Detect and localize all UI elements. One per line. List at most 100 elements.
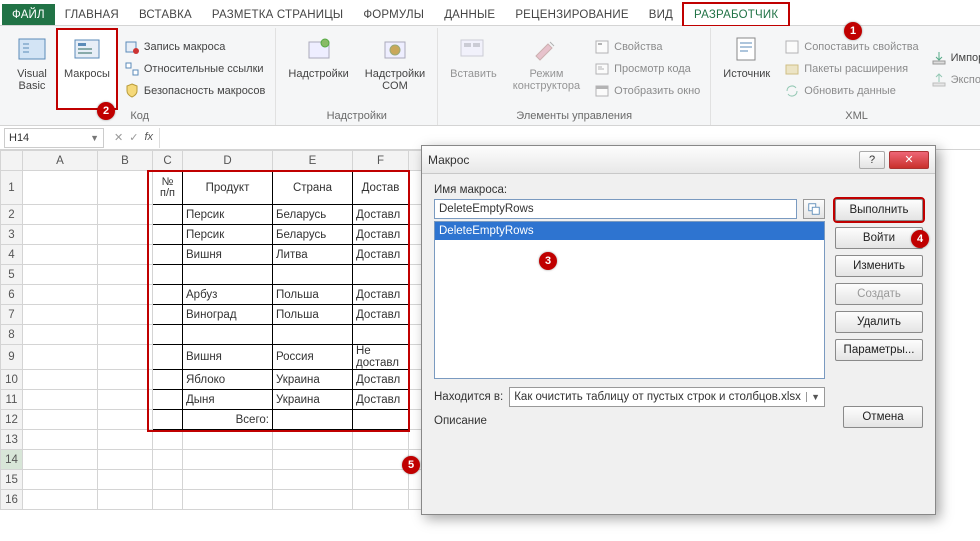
xml-source-button[interactable]: Источник	[717, 30, 776, 108]
cell[interactable]	[273, 325, 353, 345]
cell[interactable]: Страна	[273, 171, 353, 205]
cell[interactable]	[23, 245, 98, 265]
cell[interactable]	[98, 410, 153, 430]
name-box[interactable]: H14 ▼	[4, 128, 104, 148]
row-header[interactable]: 13	[1, 430, 23, 450]
row-header[interactable]: 9	[1, 345, 23, 370]
cell[interactable]: Персик	[183, 205, 273, 225]
refresh-data-button[interactable]: Обновить данные	[780, 81, 922, 101]
fx-icon[interactable]: fx	[144, 131, 153, 144]
cell[interactable]: Доставл	[353, 285, 409, 305]
macro-list[interactable]: DeleteEmptyRows	[434, 221, 825, 379]
dropdown-icon[interactable]: ▼	[806, 392, 820, 402]
cell[interactable]	[98, 225, 153, 245]
cell[interactable]	[23, 205, 98, 225]
cell[interactable]	[183, 490, 273, 510]
cell[interactable]	[98, 245, 153, 265]
cell[interactable]	[153, 390, 183, 410]
cell[interactable]	[23, 410, 98, 430]
cell[interactable]	[183, 430, 273, 450]
cell[interactable]: Доставл	[353, 390, 409, 410]
cell[interactable]	[98, 345, 153, 370]
row-header[interactable]: 16	[1, 490, 23, 510]
cell[interactable]: Россия	[273, 345, 353, 370]
cell[interactable]	[153, 430, 183, 450]
cell[interactable]: Польша	[273, 305, 353, 325]
cell[interactable]: Виноград	[183, 305, 273, 325]
macro-name-picker-button[interactable]	[803, 199, 825, 219]
cell[interactable]	[183, 265, 273, 285]
cell[interactable]	[23, 390, 98, 410]
visual-basic-button[interactable]: Visual Basic	[10, 30, 54, 108]
insert-control-button[interactable]: Вставить	[444, 30, 503, 108]
col-header[interactable]: C	[153, 151, 183, 171]
cell[interactable]	[153, 245, 183, 265]
cell[interactable]	[98, 390, 153, 410]
cell[interactable]: Вишня	[183, 245, 273, 265]
cell[interactable]: Беларусь	[273, 225, 353, 245]
cell[interactable]	[153, 345, 183, 370]
row-header[interactable]: 12	[1, 410, 23, 430]
cell[interactable]: Доставл	[353, 305, 409, 325]
cell[interactable]	[23, 225, 98, 245]
view-code-button[interactable]: Просмотр кода	[590, 59, 704, 79]
row-header[interactable]: 5	[1, 265, 23, 285]
dialog-close-button[interactable]: ✕	[889, 151, 929, 169]
cell[interactable]	[23, 450, 98, 470]
delete-button[interactable]: Удалить	[835, 311, 923, 333]
cell[interactable]: Доставл	[353, 245, 409, 265]
cell[interactable]: Яблоко	[183, 370, 273, 390]
cell[interactable]	[153, 285, 183, 305]
cell[interactable]: Беларусь	[273, 205, 353, 225]
tab-formulas[interactable]: ФОРМУЛЫ	[353, 4, 434, 25]
cell[interactable]	[98, 450, 153, 470]
cell[interactable]	[23, 285, 98, 305]
col-header[interactable]: E	[273, 151, 353, 171]
cell[interactable]: Вишня	[183, 345, 273, 370]
tab-file[interactable]: ФАЙЛ	[2, 4, 55, 25]
row-header[interactable]: 8	[1, 325, 23, 345]
run-dialog-button[interactable]: Отобразить окно	[590, 81, 704, 101]
cell[interactable]	[23, 490, 98, 510]
cell[interactable]	[153, 410, 183, 430]
namebox-dropdown-icon[interactable]: ▼	[90, 133, 99, 143]
tab-insert[interactable]: ВСТАВКА	[129, 4, 202, 25]
cell[interactable]	[23, 171, 98, 205]
cell[interactable]	[98, 370, 153, 390]
row-header[interactable]: 14	[1, 450, 23, 470]
cell[interactable]: Не доставл	[353, 345, 409, 370]
cell[interactable]	[23, 345, 98, 370]
cell[interactable]	[23, 265, 98, 285]
cell[interactable]	[153, 205, 183, 225]
location-select[interactable]: Как очистить таблицу от пустых строк и с…	[509, 387, 825, 407]
edit-button[interactable]: Изменить	[835, 255, 923, 277]
cell[interactable]	[353, 490, 409, 510]
row-header[interactable]: 1	[1, 171, 23, 205]
cell[interactable]	[353, 450, 409, 470]
dialog-titlebar[interactable]: Макрос ? ✕	[422, 146, 935, 174]
col-header[interactable]: D	[183, 151, 273, 171]
step-into-button[interactable]: Войти	[835, 227, 923, 249]
options-button[interactable]: Параметры...	[835, 339, 923, 361]
cell[interactable]: Украина	[273, 390, 353, 410]
cell[interactable]	[353, 325, 409, 345]
tab-home[interactable]: ГЛАВНАЯ	[55, 4, 129, 25]
cell[interactable]: № п/п	[153, 171, 183, 205]
cell[interactable]: Польша	[273, 285, 353, 305]
row-header[interactable]: 2	[1, 205, 23, 225]
relative-refs-button[interactable]: Относительные ссылки	[120, 59, 270, 79]
cancel-button[interactable]: Отмена	[843, 406, 923, 428]
cell[interactable]	[273, 410, 353, 430]
cell[interactable]	[353, 470, 409, 490]
cell[interactable]	[153, 370, 183, 390]
select-all-corner[interactable]	[1, 151, 23, 171]
tab-developer[interactable]: РАЗРАБОТЧИК	[683, 3, 789, 26]
design-mode-button[interactable]: Режим конструктора	[507, 30, 586, 108]
cell[interactable]	[23, 370, 98, 390]
row-header[interactable]: 7	[1, 305, 23, 325]
cell[interactable]	[153, 470, 183, 490]
row-header[interactable]: 3	[1, 225, 23, 245]
cell[interactable]	[23, 305, 98, 325]
cell[interactable]: Украина	[273, 370, 353, 390]
properties-button[interactable]: Свойства	[590, 37, 704, 57]
